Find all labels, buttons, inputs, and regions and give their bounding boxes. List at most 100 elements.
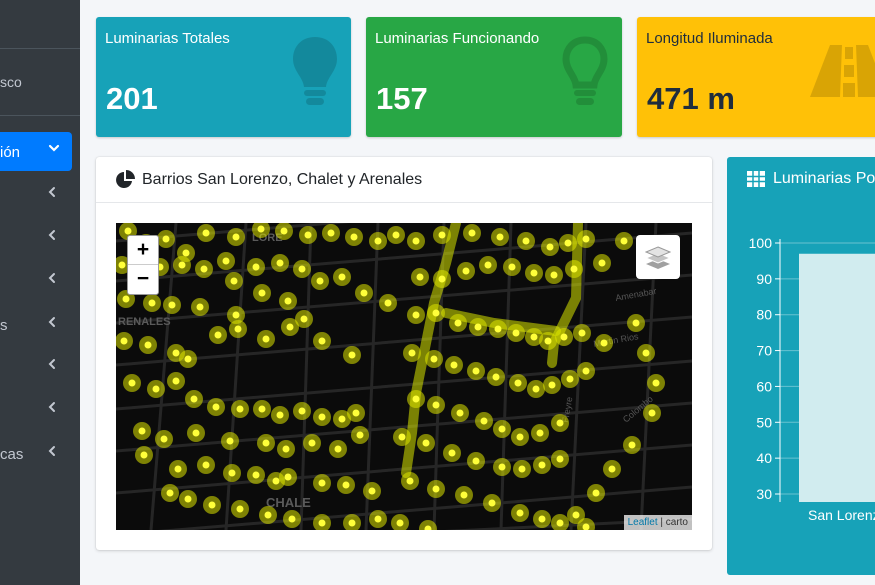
sidebar-user-name[interactable]: sco — [0, 74, 22, 90]
luminaire-marker[interactable] — [348, 351, 356, 359]
luminaire-marker[interactable] — [560, 333, 568, 341]
luminaire-marker[interactable] — [556, 419, 564, 427]
luminaire-marker[interactable] — [582, 235, 590, 243]
luminaire-marker[interactable] — [300, 315, 308, 323]
luminaire-marker[interactable] — [148, 299, 156, 307]
luminaire-marker[interactable] — [318, 413, 326, 421]
luminaire-marker[interactable] — [572, 511, 580, 519]
luminaire-marker[interactable] — [550, 271, 558, 279]
sidebar-item-active[interactable]: ión — [0, 132, 72, 171]
luminaire-marker[interactable] — [338, 273, 346, 281]
luminaire-marker[interactable] — [432, 485, 440, 493]
luminaire-marker[interactable] — [252, 263, 260, 271]
luminaire-marker[interactable] — [538, 461, 546, 469]
luminaire-marker[interactable] — [438, 231, 446, 239]
luminaire-marker[interactable] — [316, 277, 324, 285]
luminaire-marker[interactable] — [398, 433, 406, 441]
luminaire-marker[interactable] — [334, 445, 342, 453]
luminaire-marker[interactable] — [236, 505, 244, 513]
luminaire-marker[interactable] — [438, 275, 446, 283]
luminaire-marker[interactable] — [454, 319, 462, 327]
luminaire-marker[interactable] — [257, 225, 265, 233]
luminaire-marker[interactable] — [468, 229, 476, 237]
luminaire-marker[interactable] — [566, 375, 574, 383]
luminaire-marker[interactable] — [422, 439, 430, 447]
zoom-in-button[interactable]: + — [128, 236, 158, 265]
luminaire-marker[interactable] — [342, 481, 350, 489]
luminaire-marker[interactable] — [448, 449, 456, 457]
sidebar-item[interactable]: s — [0, 310, 80, 340]
luminaire-marker[interactable] — [516, 509, 524, 517]
luminaire-marker[interactable] — [472, 367, 480, 375]
luminaire-marker[interactable] — [392, 231, 400, 239]
luminaire-marker[interactable] — [498, 463, 506, 471]
luminaire-marker[interactable] — [318, 479, 326, 487]
luminaire-marker[interactable] — [284, 473, 292, 481]
luminaire-marker[interactable] — [530, 333, 538, 341]
luminaire-marker[interactable] — [546, 243, 554, 251]
luminaire-marker[interactable] — [412, 395, 420, 403]
luminaire-marker[interactable] — [352, 409, 360, 417]
luminaire-marker[interactable] — [508, 263, 516, 271]
luminaire-marker[interactable] — [318, 337, 326, 345]
luminaire-marker[interactable] — [168, 301, 176, 309]
luminaire-marker[interactable] — [258, 289, 266, 297]
attribution-link[interactable]: Leaflet — [628, 517, 658, 528]
luminaire-marker[interactable] — [208, 501, 216, 509]
luminaire-marker[interactable] — [548, 381, 556, 389]
sidebar-item[interactable] — [0, 395, 80, 425]
luminaire-marker[interactable] — [348, 519, 356, 527]
luminaire-marker[interactable] — [122, 295, 130, 303]
luminaire-marker[interactable] — [118, 261, 126, 269]
luminaire-marker[interactable] — [620, 237, 628, 245]
luminaire-marker[interactable] — [460, 491, 468, 499]
luminaire-marker[interactable] — [304, 231, 312, 239]
luminaire-marker[interactable] — [298, 407, 306, 415]
luminaire-marker[interactable] — [178, 261, 186, 269]
luminaire-marker[interactable] — [536, 429, 544, 437]
luminaire-marker[interactable] — [412, 237, 420, 245]
layers-button[interactable] — [636, 235, 680, 279]
luminaire-marker[interactable] — [280, 227, 288, 235]
luminaire-marker[interactable] — [128, 379, 136, 387]
luminaire-marker[interactable] — [472, 457, 480, 465]
luminaire-marker[interactable] — [140, 451, 148, 459]
zoom-out-button[interactable]: − — [128, 265, 158, 294]
luminaire-marker[interactable] — [632, 319, 640, 327]
luminaire-marker[interactable] — [308, 439, 316, 447]
luminaire-marker[interactable] — [202, 229, 210, 237]
luminaire-marker[interactable] — [236, 405, 244, 413]
luminaire-marker[interactable] — [570, 265, 578, 273]
luminaire-marker[interactable] — [652, 379, 660, 387]
luminaire-marker[interactable] — [374, 515, 382, 523]
luminaire-marker[interactable] — [600, 339, 608, 347]
luminaire-marker[interactable] — [350, 233, 358, 241]
luminaire-marker[interactable] — [556, 455, 564, 463]
luminaire-marker[interactable] — [406, 477, 414, 485]
luminaire-marker[interactable] — [234, 325, 242, 333]
luminaire-marker[interactable] — [174, 465, 182, 473]
luminaire-marker[interactable] — [516, 433, 524, 441]
luminaire-marker[interactable] — [222, 257, 230, 265]
luminaire-marker[interactable] — [538, 515, 546, 523]
luminaire-marker[interactable] — [496, 233, 504, 241]
luminaire-marker[interactable] — [252, 471, 260, 479]
luminaire-marker[interactable] — [226, 437, 234, 445]
luminaire-marker[interactable] — [432, 401, 440, 409]
luminaire-marker[interactable] — [232, 233, 240, 241]
luminaire-marker[interactable] — [512, 329, 520, 337]
luminaire-marker[interactable] — [592, 489, 600, 497]
sidebar-item[interactable] — [0, 352, 80, 382]
map-view[interactable]: LORE RENALES CHALE Amenabar Martin Rios … — [116, 223, 692, 530]
luminaire-marker[interactable] — [230, 277, 238, 285]
luminaire-marker[interactable] — [160, 435, 168, 443]
sidebar-item[interactable] — [0, 266, 80, 296]
luminaire-marker[interactable] — [642, 349, 650, 357]
luminaire-marker[interactable] — [196, 303, 204, 311]
luminaire-marker[interactable] — [262, 439, 270, 447]
luminaire-marker[interactable] — [480, 417, 488, 425]
luminaire-marker[interactable] — [214, 331, 222, 339]
luminaire-marker[interactable] — [522, 237, 530, 245]
luminaire-marker[interactable] — [162, 235, 170, 243]
luminaire-marker[interactable] — [518, 465, 526, 473]
